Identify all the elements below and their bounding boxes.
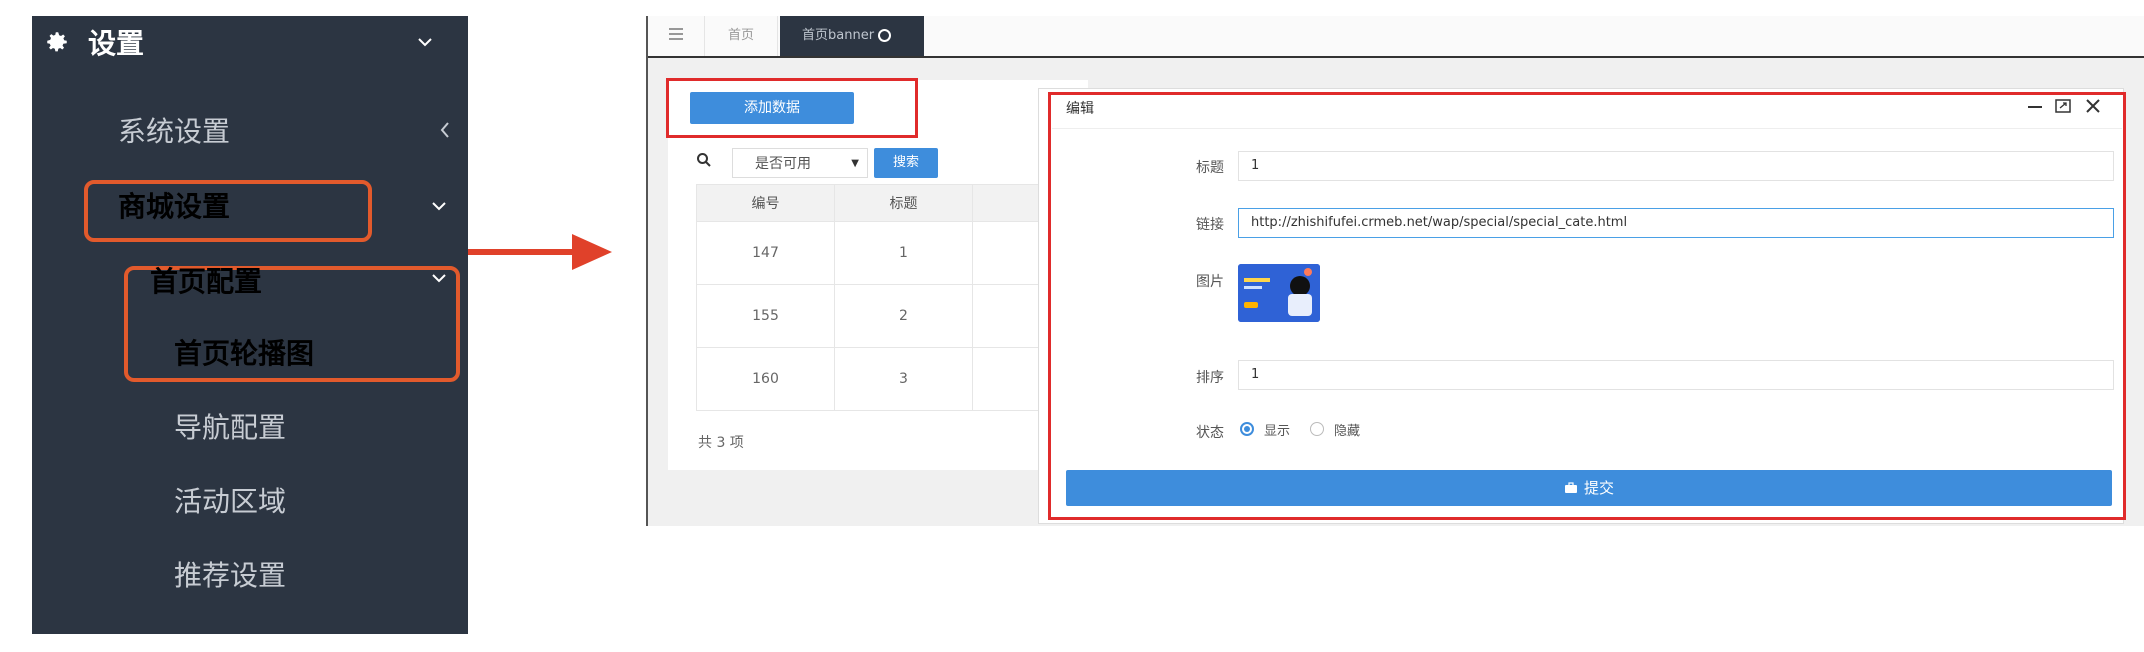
chevron-left-icon	[438, 118, 452, 147]
banner-image-thumbnail[interactable]	[1238, 264, 1320, 322]
close-dot-icon[interactable]	[878, 29, 892, 42]
title-input[interactable]: 1	[1238, 151, 2114, 181]
dialog-divider	[1052, 128, 2122, 129]
sort-input[interactable]: 1	[1238, 360, 2114, 390]
caret-down-icon: ▼	[851, 158, 859, 169]
sidebar-item-home-config[interactable]: 首页配置	[150, 264, 262, 300]
chevron-down-icon	[430, 268, 448, 292]
sidebar-item-recommend-settings[interactable]: 推荐设置	[174, 558, 286, 594]
link-input[interactable]: http://zhishifufei.crmeb.net/wap/special…	[1238, 208, 2114, 238]
column-header-title[interactable]: 标题	[834, 184, 973, 222]
sidebar-item-system-settings[interactable]: 系统设置	[118, 114, 230, 150]
dialog-title: 编辑	[1066, 101, 1094, 117]
cell-id: 155	[696, 284, 835, 348]
table-row[interactable]: 160 3	[696, 347, 1088, 411]
banner-table: 编号 标题 147 1 155 2 160 3	[696, 184, 1088, 411]
label-title: 标题	[1196, 160, 1224, 176]
sidebar-header[interactable]: 设置	[32, 16, 468, 72]
total-count: 共 3 项	[698, 435, 744, 451]
radio-hide[interactable]	[1310, 422, 1324, 436]
submit-button[interactable]: 提交	[1066, 470, 2112, 506]
chevron-down-icon	[430, 196, 448, 220]
sidebar-item-activity-area[interactable]: 活动区域	[174, 484, 286, 520]
arrow-line	[468, 249, 576, 255]
sidebar-item-mall-settings[interactable]: 商城设置	[118, 189, 230, 225]
select-value: 是否可用	[755, 156, 811, 172]
maximize-icon[interactable]	[2054, 96, 2072, 120]
label-link: 链接	[1196, 217, 1224, 233]
hamburger-icon[interactable]	[668, 26, 684, 45]
chevron-down-icon	[416, 30, 434, 58]
radio-show[interactable]	[1240, 422, 1254, 436]
minimize-icon[interactable]	[2026, 96, 2044, 120]
table-row[interactable]: 147 1	[696, 221, 1088, 285]
gear-icon	[44, 29, 74, 59]
label-status: 状态	[1196, 425, 1224, 441]
search-icon	[696, 152, 712, 172]
availability-select[interactable]: 是否可用 ▼	[732, 148, 868, 178]
sidebar-item-home-carousel[interactable]: 首页轮播图	[174, 336, 314, 372]
panel-border	[646, 16, 648, 526]
radio-hide-label: 隐藏	[1334, 424, 1361, 439]
briefcase-icon	[1564, 471, 1578, 507]
tab-label: 首页banner	[802, 28, 875, 43]
close-icon[interactable]	[2084, 96, 2102, 120]
cell-title: 2	[834, 284, 973, 348]
tab-home-banner[interactable]: 首页banner	[780, 16, 924, 56]
table-row[interactable]: 155 2	[696, 284, 1088, 348]
cell-id: 160	[696, 347, 835, 411]
radio-show-label: 显示	[1264, 424, 1291, 439]
arrow-right-icon	[572, 234, 612, 270]
column-header-id[interactable]: 编号	[696, 184, 835, 222]
add-data-button[interactable]: 添加数据	[690, 92, 854, 124]
cell-title: 1	[834, 221, 973, 285]
sidebar-title: 设置	[88, 27, 145, 60]
tab-home[interactable]: 首页	[704, 16, 778, 56]
submit-label: 提交	[1583, 479, 1614, 497]
sidebar-item-nav-config[interactable]: 导航配置	[174, 410, 286, 446]
label-image: 图片	[1196, 274, 1224, 290]
label-sort: 排序	[1196, 370, 1224, 386]
search-button[interactable]: 搜索	[874, 148, 938, 178]
cell-id: 147	[696, 221, 835, 285]
cell-title: 3	[834, 347, 973, 411]
